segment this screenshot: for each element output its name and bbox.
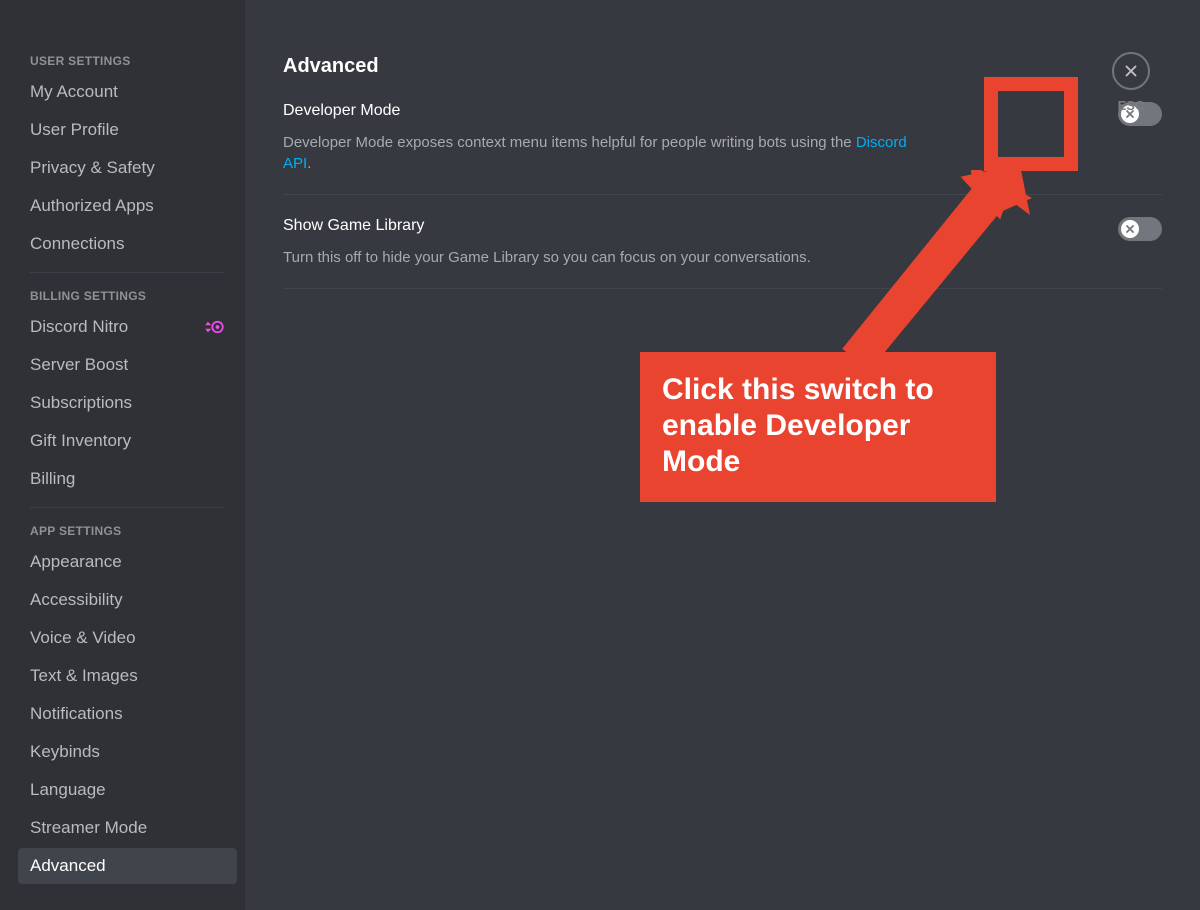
sidebar-section-user-settings: USER SETTINGS bbox=[18, 48, 237, 74]
settings-sidebar: USER SETTINGS My Account User Profile Pr… bbox=[0, 0, 245, 910]
close-button[interactable] bbox=[1112, 52, 1150, 90]
sidebar-item-advanced[interactable]: Advanced bbox=[18, 848, 237, 884]
sidebar-item-subscriptions[interactable]: Subscriptions bbox=[18, 385, 237, 421]
sidebar-item-gift-inventory[interactable]: Gift Inventory bbox=[18, 423, 237, 459]
sidebar-item-billing[interactable]: Billing bbox=[18, 461, 237, 497]
setting-developer-mode: Developer Mode Developer Mode exposes co… bbox=[283, 102, 1162, 195]
setting-title-show-game-library: Show Game Library bbox=[283, 217, 424, 235]
setting-title-developer-mode: Developer Mode bbox=[283, 102, 400, 120]
sidebar-section-billing-settings: BILLING SETTINGS bbox=[18, 283, 237, 309]
close-label: ESC bbox=[1118, 98, 1145, 113]
sidebar-item-accessibility[interactable]: Accessibility bbox=[18, 582, 237, 618]
sidebar-item-streamer-mode[interactable]: Streamer Mode bbox=[18, 810, 237, 846]
sidebar-divider bbox=[30, 507, 225, 508]
sidebar-item-privacy-safety[interactable]: Privacy & Safety bbox=[18, 150, 237, 186]
sidebar-item-server-boost[interactable]: Server Boost bbox=[18, 347, 237, 383]
sidebar-item-language[interactable]: Language bbox=[18, 772, 237, 808]
main-content: Advanced Developer Mode Developer Mode e… bbox=[245, 0, 1200, 910]
toggle-knob bbox=[1121, 220, 1139, 238]
sidebar-item-authorized-apps[interactable]: Authorized Apps bbox=[18, 188, 237, 224]
sidebar-item-notifications[interactable]: Notifications bbox=[18, 696, 237, 732]
sidebar-section-app-settings: APP SETTINGS bbox=[18, 518, 237, 544]
sidebar-item-user-profile[interactable]: User Profile bbox=[18, 112, 237, 148]
show-game-library-toggle[interactable] bbox=[1118, 217, 1162, 241]
sidebar-item-discord-nitro[interactable]: Discord Nitro bbox=[18, 309, 237, 345]
sidebar-item-connections[interactable]: Connections bbox=[18, 226, 237, 262]
sidebar-item-text-images[interactable]: Text & Images bbox=[18, 658, 237, 694]
page-title: Advanced bbox=[283, 55, 1162, 78]
sidebar-item-keybinds[interactable]: Keybinds bbox=[18, 734, 237, 770]
sidebar-item-appearance[interactable]: Appearance bbox=[18, 544, 237, 580]
sidebar-item-my-account[interactable]: My Account bbox=[18, 74, 237, 110]
x-icon bbox=[1124, 223, 1136, 235]
sidebar-item-voice-video[interactable]: Voice & Video bbox=[18, 620, 237, 656]
setting-desc-developer-mode: Developer Mode exposes context menu item… bbox=[283, 132, 923, 174]
sidebar-divider bbox=[30, 272, 225, 273]
nitro-icon bbox=[203, 320, 225, 334]
setting-desc-show-game-library: Turn this off to hide your Game Library … bbox=[283, 247, 923, 268]
close-icon bbox=[1122, 62, 1140, 80]
close-area: ESC bbox=[1112, 52, 1150, 113]
setting-show-game-library: Show Game Library Turn this off to hide … bbox=[283, 217, 1162, 289]
